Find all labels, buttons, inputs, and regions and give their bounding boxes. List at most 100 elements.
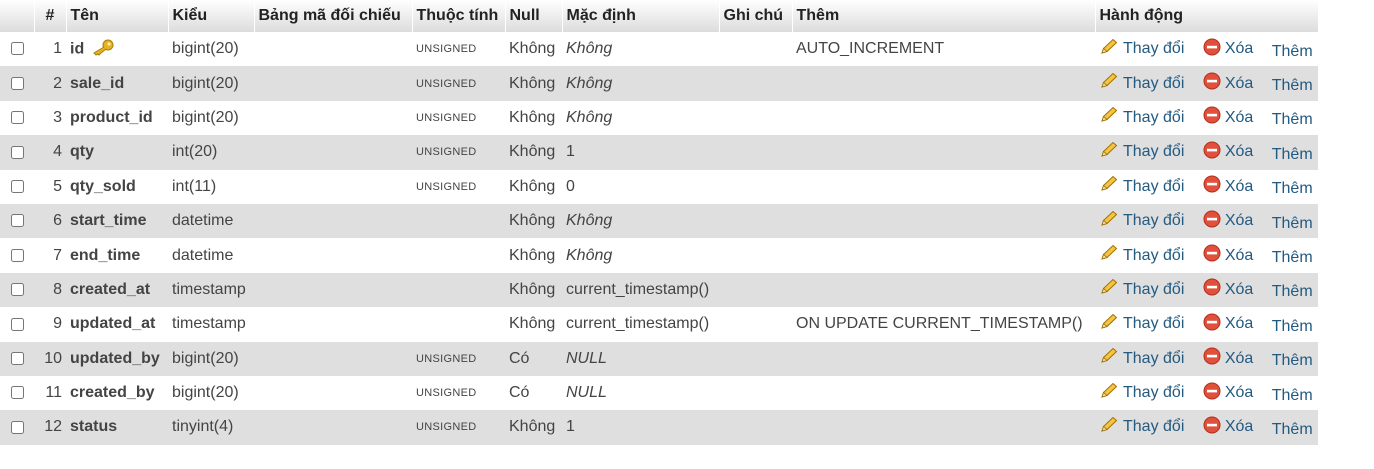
row-number: 1 <box>53 40 62 58</box>
drop-button[interactable]: Xóa <box>1203 244 1253 267</box>
change-label: Thay đổi <box>1123 74 1185 92</box>
column-comments <box>719 101 792 135</box>
drop-button[interactable]: Xóa <box>1203 72 1253 95</box>
row-checkbox-cell <box>0 307 34 341</box>
change-button[interactable]: Thay đổi <box>1099 38 1184 61</box>
column-collation <box>254 170 412 204</box>
row-actions: Thay đổi Xóa Thêm <box>1095 410 1318 444</box>
more-button[interactable]: Thêm <box>1272 283 1313 301</box>
change-button[interactable]: Thay đổi <box>1099 72 1184 95</box>
column-comments <box>719 410 792 444</box>
column-extra <box>792 376 1095 410</box>
column-type: int(11) <box>172 177 217 195</box>
change-button[interactable]: Thay đổi <box>1099 175 1184 198</box>
row-checkbox[interactable] <box>10 283 24 297</box>
row-actions: Thay đổi Xóa Thêm <box>1095 101 1318 135</box>
change-button[interactable]: Thay đổi <box>1099 106 1184 129</box>
drop-button[interactable]: Xóa <box>1203 38 1253 61</box>
row-checkbox[interactable] <box>10 214 24 228</box>
row-checkbox[interactable] <box>10 145 24 159</box>
row-checkbox[interactable] <box>10 76 24 90</box>
pencil-icon <box>1099 141 1119 164</box>
more-label: Thêm <box>1271 420 1313 438</box>
drop-button[interactable]: Xóa <box>1203 416 1253 439</box>
table-row: 9 updated_at timestamp Không current_tim… <box>0 307 1318 342</box>
change-button[interactable]: Thay đổi <box>1099 141 1184 164</box>
drop-button[interactable]: Xóa <box>1203 141 1253 164</box>
change-button[interactable]: Thay đổi <box>1099 244 1184 267</box>
column-attributes: UNSIGNED <box>416 43 477 56</box>
more-button[interactable]: Thêm <box>1272 352 1313 370</box>
row-checkbox[interactable] <box>10 386 24 400</box>
header-default[interactable]: Mặc định <box>562 0 720 32</box>
change-button[interactable]: Thay đổi <box>1099 382 1184 405</box>
row-actions: Thay đổi Xóa Thêm <box>1095 342 1318 376</box>
header-type[interactable]: Kiểu <box>168 0 255 32</box>
header-collation[interactable]: Bảng mã đối chiếu <box>254 0 413 32</box>
pencil-icon <box>1099 278 1119 301</box>
row-checkbox[interactable] <box>10 111 24 125</box>
column-collation <box>254 376 412 410</box>
column-comments <box>719 238 792 272</box>
row-checkbox-cell <box>0 101 34 135</box>
more-button[interactable]: Thêm <box>1272 215 1313 233</box>
drop-button[interactable]: Xóa <box>1203 278 1253 301</box>
row-actions: Thay đổi Xóa Thêm <box>1095 376 1318 410</box>
header-attributes[interactable]: Thuộc tính <box>412 0 506 32</box>
more-button[interactable]: Thêm <box>1272 77 1313 95</box>
drop-button[interactable]: Xóa <box>1203 313 1253 336</box>
row-number: 6 <box>53 212 62 230</box>
header-null[interactable]: Null <box>505 0 563 32</box>
column-default: 1 <box>566 143 575 161</box>
row-checkbox[interactable] <box>10 317 24 331</box>
drop-icon <box>1203 278 1221 301</box>
column-extra <box>792 342 1095 376</box>
more-button[interactable]: Thêm <box>1272 180 1313 198</box>
column-type: bigint(20) <box>172 349 239 367</box>
drop-button[interactable]: Xóa <box>1203 382 1253 405</box>
row-number: 12 <box>44 418 62 436</box>
column-name-cell: created_by <box>66 376 168 410</box>
more-button[interactable]: Thêm <box>1272 43 1313 61</box>
change-button[interactable]: Thay đổi <box>1099 210 1184 233</box>
row-number: 2 <box>53 74 62 92</box>
more-button[interactable]: Thêm <box>1272 387 1313 405</box>
drop-button[interactable]: Xóa <box>1203 210 1253 233</box>
drop-button[interactable]: Xóa <box>1203 347 1253 370</box>
row-checkbox[interactable] <box>10 42 24 56</box>
change-label: Thay đổi <box>1123 384 1185 402</box>
column-name: updated_at <box>70 315 156 333</box>
row-checkbox[interactable] <box>10 180 24 194</box>
column-type: datetime <box>172 212 234 230</box>
column-type: bigint(20) <box>172 384 239 402</box>
change-button[interactable]: Thay đổi <box>1099 278 1184 301</box>
column-name: qty_sold <box>70 177 136 195</box>
row-checkbox[interactable] <box>10 248 24 262</box>
more-button[interactable]: Thêm <box>1272 318 1313 336</box>
drop-button[interactable]: Xóa <box>1203 175 1253 198</box>
row-number: 11 <box>45 384 62 402</box>
row-checkbox[interactable] <box>10 420 24 434</box>
column-null: Có <box>509 384 530 402</box>
header-number[interactable]: # <box>34 0 67 32</box>
change-button[interactable]: Thay đổi <box>1099 313 1184 336</box>
more-button[interactable]: Thêm <box>1272 146 1313 164</box>
column-type: int(20) <box>172 143 218 161</box>
more-label: Thêm <box>1271 386 1313 404</box>
header-extra[interactable]: Thêm <box>792 0 1096 32</box>
header-comments[interactable]: Ghi chú <box>719 0 793 32</box>
more-button[interactable]: Thêm <box>1272 249 1313 267</box>
change-button[interactable]: Thay đổi <box>1099 347 1184 370</box>
change-button[interactable]: Thay đổi <box>1099 416 1184 439</box>
more-button[interactable]: Thêm <box>1272 111 1313 129</box>
more-label: Thêm <box>1271 352 1313 370</box>
column-collation <box>254 204 412 238</box>
header-check <box>0 0 35 32</box>
column-null: Không <box>509 212 556 230</box>
row-checkbox[interactable] <box>10 351 24 365</box>
drop-label: Xóa <box>1224 212 1254 230</box>
more-button[interactable]: Thêm <box>1272 421 1313 439</box>
drop-button[interactable]: Xóa <box>1203 106 1253 129</box>
drop-icon <box>1203 72 1221 95</box>
header-name[interactable]: Tên <box>66 0 169 32</box>
